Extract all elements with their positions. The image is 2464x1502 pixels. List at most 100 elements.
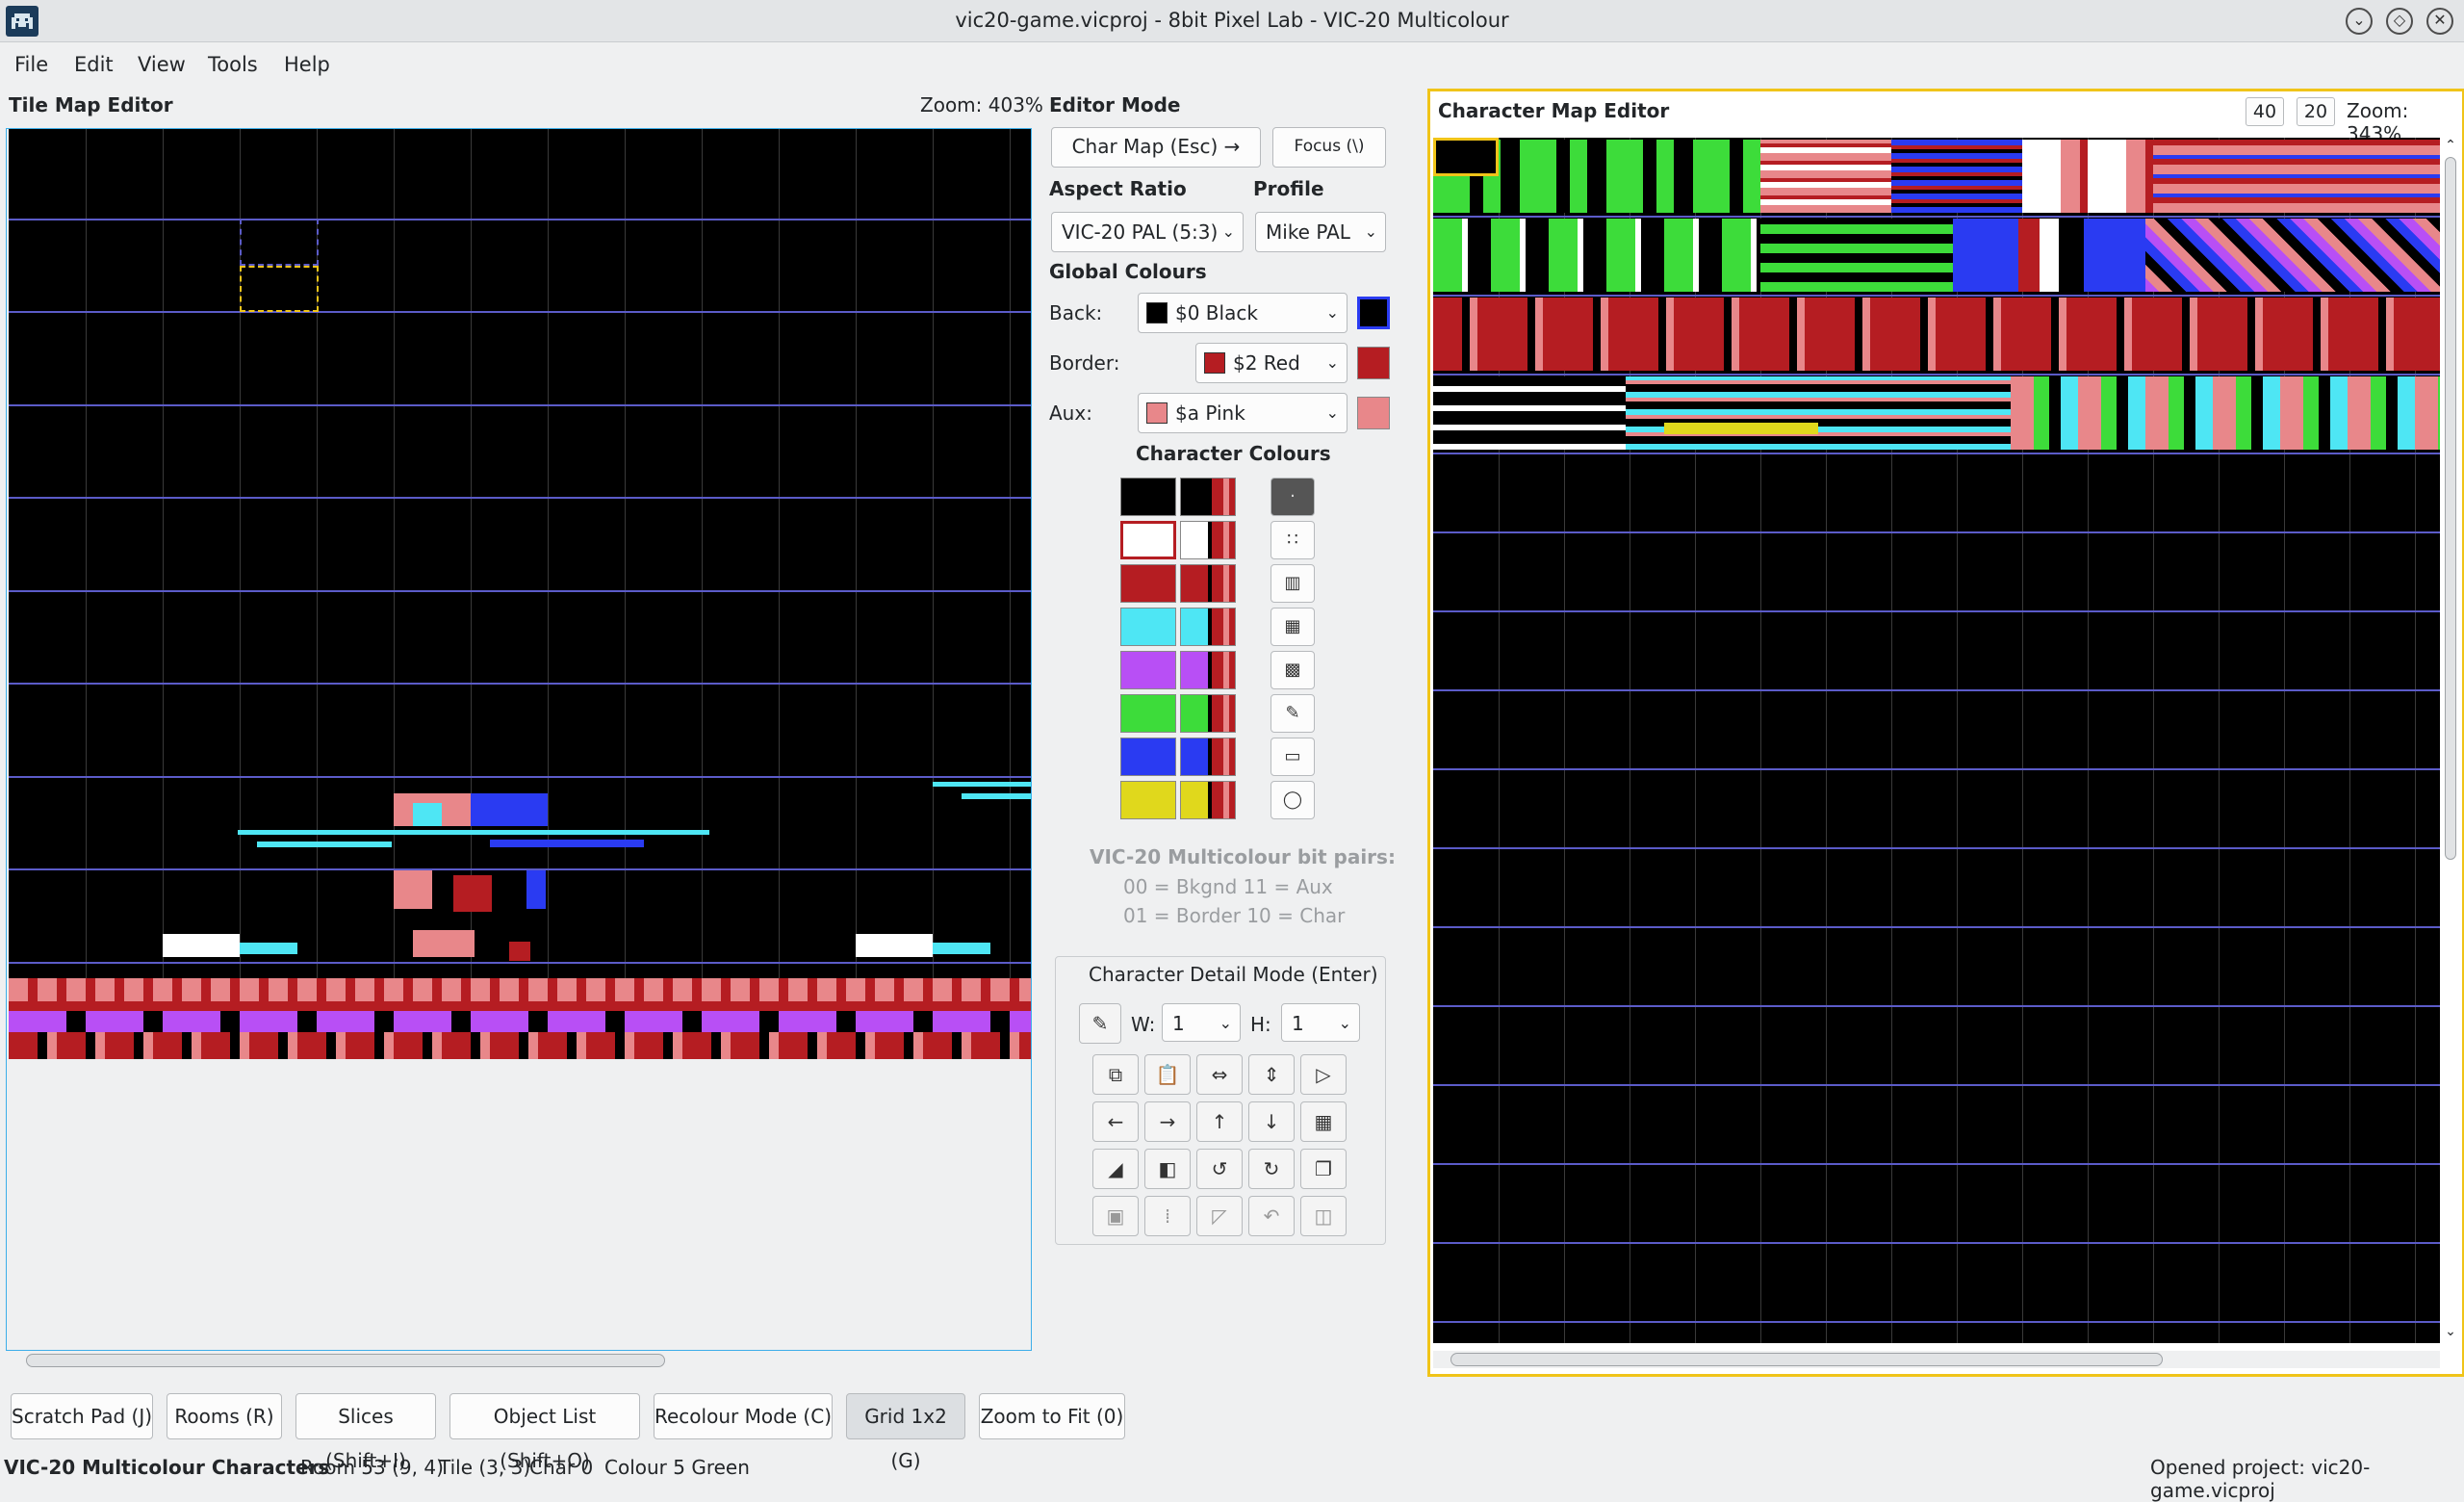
scroll-up-icon[interactable]: ⌃ [2442,138,2459,155]
char-colour-preview-black[interactable] [1180,478,1236,516]
char-colour-white[interactable] [1120,521,1176,559]
pattern-dot-icon[interactable]: · [1270,478,1315,516]
distribute-icon[interactable]: ⁞ [1144,1196,1191,1236]
height-select[interactable]: 1 ⌄ [1281,1003,1360,1042]
char-colour-red[interactable] [1120,564,1176,603]
flip-vertical-icon[interactable]: ⇕ [1248,1054,1295,1095]
rooms-button[interactable]: Rooms (R) [167,1393,282,1439]
object-list-button[interactable]: Object List (Shift+O) [449,1393,640,1472]
aux-colour-preview[interactable] [1357,397,1390,429]
char-colour-green[interactable] [1120,694,1176,733]
floor-tiles [9,1032,1031,1059]
pattern-sparse-icon[interactable]: ∷ [1270,521,1315,559]
char-map-hscroll[interactable] [1433,1351,2440,1368]
char-colour-preview-blue[interactable] [1180,738,1236,776]
border-colour-value: $2 Red [1233,351,1300,375]
scroll-thumb[interactable] [1450,1353,2163,1366]
char-colour-cyan[interactable] [1120,608,1176,646]
menu-view[interactable]: View [138,53,186,76]
grid-icon[interactable]: ▦ [1300,1101,1347,1142]
invert-icon[interactable]: ◧ [1144,1149,1191,1189]
pattern-dense-icon[interactable]: ▦ [1270,608,1315,646]
rows-input[interactable]: 20 [2297,97,2335,126]
scroll-thumb[interactable] [26,1354,665,1367]
maximize-icon[interactable]: ◇ [2386,8,2413,35]
tile-cursor-box[interactable] [240,266,319,312]
back-colour-preview[interactable] [1357,297,1390,329]
black-swatch [1146,302,1168,324]
aux-colour-select[interactable]: $a Pink ⌄ [1138,393,1348,433]
scratch-pad-button[interactable]: Scratch Pad (J) [11,1393,153,1439]
rectangle-icon[interactable]: ▭ [1270,738,1315,776]
zoom-to-fit-button[interactable]: Zoom to Fit (0) [979,1393,1125,1439]
pencil-icon[interactable]: ✎ [1079,1003,1121,1044]
recolour-mode-button[interactable]: Recolour Mode (C) [654,1393,833,1439]
rotate-left-icon[interactable]: ↺ [1196,1149,1243,1189]
character-map-canvas[interactable] [1433,138,2440,1343]
char-map-vscroll[interactable]: ⌃ ⌄ [2442,138,2459,1343]
char-colour-black[interactable] [1120,478,1176,516]
status-tile: Tile (3, 3) [439,1456,531,1479]
menu-tools[interactable]: Tools [208,53,258,76]
rotate-right-icon[interactable]: ↻ [1248,1149,1295,1189]
char-grid-line [1433,847,2440,849]
tile-map-hscroll[interactable] [9,1352,1031,1369]
char-colour-preview-yellow[interactable] [1180,781,1236,819]
crop-icon[interactable]: ▣ [1092,1196,1139,1236]
preview-icon[interactable]: ▷ [1300,1054,1347,1095]
decoration-sprite [933,943,990,954]
profile-select[interactable]: Mike PAL ⌄ [1255,212,1386,252]
char-colour-preview-cyan[interactable] [1180,608,1236,646]
char-colour-purple[interactable] [1120,651,1176,689]
clear-icon[interactable]: ◢ [1092,1149,1139,1189]
char-colour-preview-green[interactable] [1180,694,1236,733]
char-colour-blue[interactable] [1120,738,1176,776]
grid-toggle-button[interactable]: Grid 1x2 (G) [846,1393,965,1472]
ellipse-icon[interactable]: ◯ [1270,781,1315,819]
shift-right-icon[interactable]: → [1144,1101,1191,1142]
shift-down-icon[interactable]: ↓ [1248,1101,1295,1142]
menu-edit[interactable]: Edit [74,53,114,76]
char-colour-preview-white[interactable] [1180,521,1236,559]
tile-selection-box[interactable] [240,219,319,266]
char-tiles-row-4 [1433,376,1626,450]
menu-help[interactable]: Help [284,53,330,76]
char-colour-yellow[interactable] [1120,781,1176,819]
resize-icon[interactable]: ◸ [1196,1196,1243,1236]
character-sprite [509,942,530,961]
fill-bucket-icon[interactable]: ✎ [1270,694,1315,733]
char-map-button[interactable]: Char Map (Esc) → [1051,127,1261,168]
columns-input[interactable]: 40 [2246,97,2284,126]
char-tiles-row-2 [1433,219,1760,292]
focus-button[interactable]: Focus (\) [1272,127,1386,168]
copy-icon[interactable]: ⧉ [1092,1054,1139,1095]
shift-up-icon[interactable]: ↑ [1196,1101,1243,1142]
tile-map-viewport[interactable] [9,129,1031,1059]
border-colour-select[interactable]: $2 Red ⌄ [1195,343,1348,383]
close-icon[interactable]: ✕ [2426,8,2453,35]
profile-label: Profile [1253,177,1324,200]
layers-icon[interactable]: ❐ [1300,1149,1347,1189]
aspect-ratio-select[interactable]: VIC-20 PAL (5:3) ⌄ [1051,212,1244,252]
swap-icon[interactable]: ◫ [1300,1196,1347,1236]
slices-button[interactable]: Slices (Shift+I) [295,1393,436,1472]
scroll-down-icon[interactable]: ⌄ [2442,1324,2459,1341]
char-colour-preview-red[interactable] [1180,564,1236,603]
pattern-full-icon[interactable]: ▩ [1270,651,1315,689]
border-colour-preview[interactable] [1357,347,1390,379]
menu-file[interactable]: File [14,53,48,76]
scroll-thumb[interactable] [2445,157,2456,860]
selected-char-highlight[interactable] [1433,138,1499,176]
back-colour-select[interactable]: $0 Black ⌄ [1138,293,1348,333]
undo-icon[interactable]: ↶ [1248,1196,1295,1236]
grid-line [163,129,164,1059]
shift-left-icon[interactable]: ← [1092,1101,1139,1142]
flip-horizontal-icon[interactable]: ⇔ [1196,1054,1243,1095]
paste-icon[interactable]: 📋 [1144,1054,1191,1095]
minimize-icon[interactable]: ⌄ [2346,8,2373,35]
width-select[interactable]: 1 ⌄ [1162,1003,1241,1042]
tile-map-canvas[interactable] [6,128,1032,1369]
pattern-medium-icon[interactable]: ▥ [1270,564,1315,603]
char-colour-preview-purple[interactable] [1180,651,1236,689]
character-detail-panel: Character Detail Mode (Enter) ✎ W: 1 ⌄ H… [1055,956,1386,1245]
